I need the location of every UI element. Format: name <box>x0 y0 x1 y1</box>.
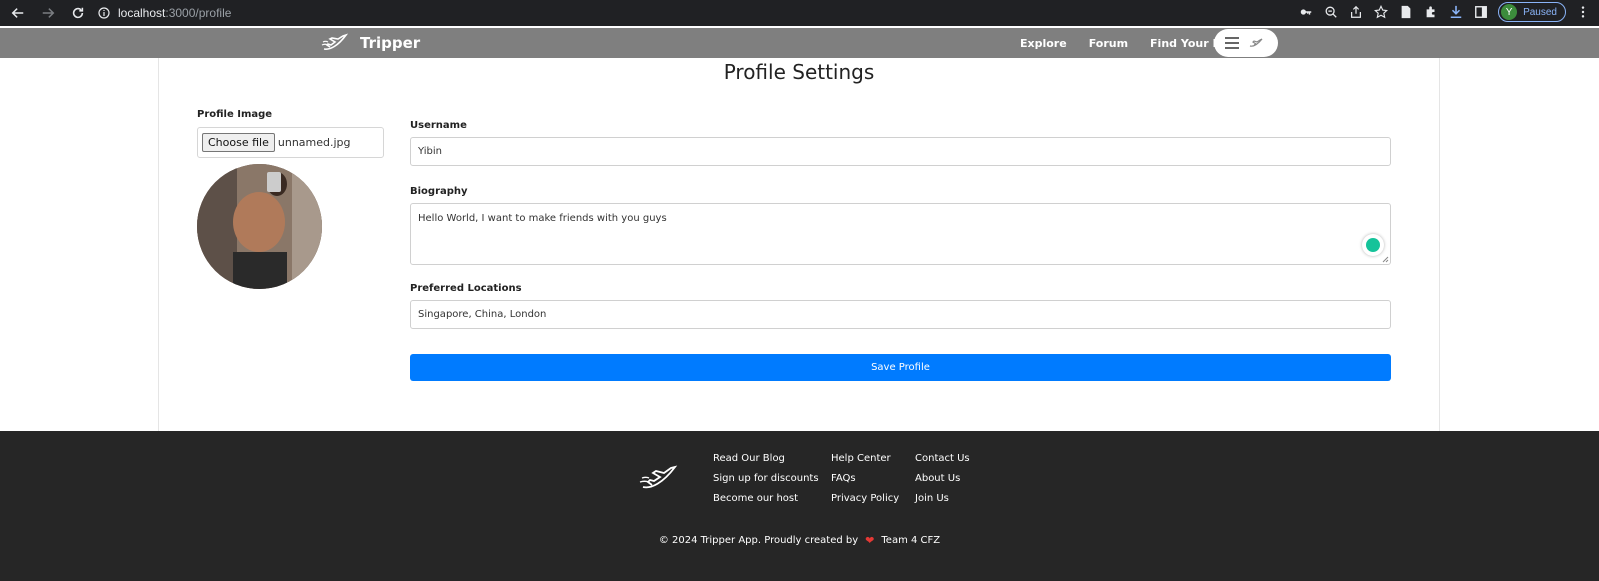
username-label: Username <box>410 120 467 131</box>
footer-column-3: Contact Us About Us Join Us <box>915 452 970 505</box>
copyright-team: Team 4 CFZ <box>881 535 941 546</box>
file-name: unnamed.jpg <box>277 136 351 149</box>
extensions-icon[interactable] <box>1423 4 1439 20</box>
resize-handle-icon[interactable] <box>1382 256 1389 263</box>
forward-button[interactable] <box>36 1 60 25</box>
arrow-right-icon <box>42 8 55 18</box>
save-profile-button[interactable]: Save Profile <box>410 354 1391 381</box>
footer-link-faqs[interactable]: FAQs <box>831 472 899 485</box>
sidebar-icon[interactable] <box>1473 4 1489 20</box>
info-icon <box>98 7 110 19</box>
hamburger-icon <box>1225 37 1239 49</box>
profile-status: Paused <box>1523 6 1557 18</box>
biography-text: Hello World, I want to make friends with… <box>418 213 667 224</box>
arrow-left-icon <box>11 8 24 18</box>
reload-icon <box>72 7 84 19</box>
address-bar[interactable]: localhost:3000/profile <box>98 6 231 20</box>
document-icon[interactable] <box>1398 4 1414 20</box>
more-menu-icon[interactable] <box>1575 4 1591 20</box>
main-nav: Explore Forum Find Your Host <box>1020 28 1241 58</box>
footer-plane-logo-icon <box>639 465 678 489</box>
heart-icon: ❤ <box>865 534 875 547</box>
back-button[interactable] <box>6 1 30 25</box>
bookmark-star-icon[interactable] <box>1373 4 1389 20</box>
footer-link-discounts[interactable]: Sign up for discounts <box>713 472 819 485</box>
browser-toolbar: localhost:3000/profile Y Paused <box>0 0 1599 26</box>
nav-forum[interactable]: Forum <box>1089 37 1128 50</box>
footer-link-help[interactable]: Help Center <box>831 452 899 465</box>
footer-column-1: Read Our Blog Sign up for discounts Beco… <box>713 452 819 505</box>
key-icon[interactable] <box>1298 4 1314 20</box>
brand-name: Tripper <box>360 34 421 52</box>
site-footer: Read Our Blog Sign up for discounts Beco… <box>0 431 1599 581</box>
url-host: localhost <box>118 6 166 20</box>
grammarly-icon[interactable] <box>1362 234 1384 256</box>
copyright-text: © 2024 Tripper App. Proudly created by <box>658 535 859 546</box>
preferred-locations-label: Preferred Locations <box>410 283 522 294</box>
biography-textarea[interactable]: Hello World, I want to make friends with… <box>410 203 1391 265</box>
profile-image-input[interactable]: Choose file unnamed.jpg <box>197 127 384 158</box>
nav-explore[interactable]: Explore <box>1020 37 1067 50</box>
footer-column-2: Help Center FAQs Privacy Policy <box>831 452 899 505</box>
download-icon[interactable] <box>1448 4 1464 20</box>
profile-avatar-image <box>197 164 322 289</box>
footer-link-blog[interactable]: Read Our Blog <box>713 452 819 465</box>
footer-link-join[interactable]: Join Us <box>915 492 970 505</box>
site-header: Tripper Explore Forum Find Your Host <box>0 28 1599 58</box>
copyright: © 2024 Tripper App. Proudly created by ❤… <box>0 534 1599 547</box>
profile-avatar: Y <box>1501 4 1518 20</box>
reload-button[interactable] <box>66 1 90 25</box>
plane-logo-small-icon <box>1249 38 1263 47</box>
plane-logo-icon <box>321 33 349 50</box>
share-icon[interactable] <box>1348 4 1364 20</box>
user-menu-button[interactable] <box>1214 29 1278 57</box>
footer-link-privacy[interactable]: Privacy Policy <box>831 492 899 505</box>
footer-link-about[interactable]: About Us <box>915 472 970 485</box>
profile-button[interactable]: Y Paused <box>1498 2 1566 22</box>
biography-label: Biography <box>410 186 468 197</box>
footer-link-become-host[interactable]: Become our host <box>713 492 819 505</box>
preferred-locations-input[interactable]: Singapore, China, London <box>410 300 1391 329</box>
choose-file-button[interactable]: Choose file <box>202 133 275 152</box>
zoom-icon[interactable] <box>1323 4 1339 20</box>
profile-settings-container: Profile Settings Profile Image Choose fi… <box>158 58 1440 431</box>
profile-image-label: Profile Image <box>197 109 273 120</box>
footer-link-contact[interactable]: Contact Us <box>915 452 970 465</box>
brand-link[interactable]: Tripper <box>320 31 420 55</box>
url-path: :3000/profile <box>165 6 232 20</box>
page-title: Profile Settings <box>723 60 875 84</box>
username-input[interactable]: Yibin <box>410 137 1391 166</box>
